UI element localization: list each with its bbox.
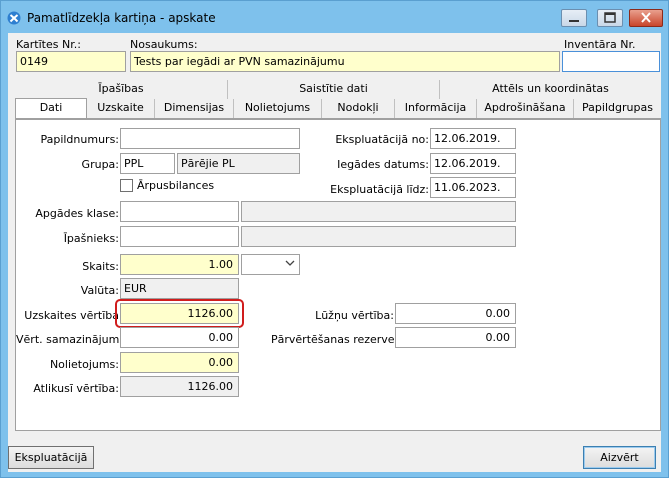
minimize-icon	[569, 20, 579, 22]
name-label: Nosaukums:	[130, 38, 198, 51]
title-bar: Pamatlīdzekļa kartiņa - apskate	[1, 1, 668, 33]
ekspluatacija-button[interactable]: Ekspluatācijā	[8, 446, 94, 469]
inventory-label: Inventāra Nr.	[564, 38, 636, 51]
name-field[interactable]: Tests par iegādi ar PVN samazinājumu	[130, 51, 560, 72]
uzskaites-vertiba-label: Uzskaites vērtība	[24, 309, 119, 322]
ekspl-no-field[interactable]: 12.06.2019.	[430, 128, 516, 149]
skaits-label: Skaits:	[82, 260, 119, 273]
tab-row-upper: Īpašības Saistītie dati Attēls un koordi…	[15, 80, 661, 99]
atlikusi-vertiba-label: Atlikusī vērtība:	[33, 382, 119, 395]
tab-panel-dati: Papildnumurs: Grupa: PPL Pārējie PL Ārpu…	[15, 119, 661, 431]
ipasnieks-field[interactable]	[120, 226, 239, 247]
valuta-field: EUR	[120, 278, 239, 299]
card-no-field[interactable]: 0149	[16, 51, 126, 72]
iegades-datums-field[interactable]: 12.06.2019.	[430, 153, 516, 174]
papildnumurs-field[interactable]	[120, 128, 300, 149]
nolietojums-label: Nolietojums:	[49, 358, 119, 371]
tab-uzskaite[interactable]: Uzskaite	[87, 99, 155, 118]
ekspl-no-label: Ekspluatācijā no:	[335, 133, 429, 146]
skaits-unit-dropdown[interactable]	[241, 254, 300, 275]
app-window: Pamatlīdzekļa kartiņa - apskate Kartītes…	[0, 0, 669, 478]
parvertesanas-rezerve-label: Pārvērtēšanas rezerve:	[271, 333, 399, 346]
tab-apdrosinasana[interactable]: Apdrošināšana	[477, 99, 574, 118]
apgades-klase-label: Apgādes klase:	[35, 207, 119, 220]
close-icon	[641, 12, 651, 23]
tab-dati[interactable]: Dati	[15, 98, 87, 119]
apgades-klase-field[interactable]	[120, 201, 239, 222]
nolietojums-field[interactable]: 0.00	[120, 352, 239, 373]
card-no-label: Kartītes Nr.:	[16, 38, 81, 51]
tab-nodokli[interactable]: Nodokļi	[322, 99, 395, 118]
apgades-klase-name	[241, 201, 516, 222]
grupa-code-field[interactable]: PPL	[120, 153, 175, 174]
tab-dimensijas[interactable]: Dimensijas	[155, 99, 234, 118]
grupa-label: Grupa:	[81, 158, 119, 171]
ekspl-lidz-field[interactable]: 11.06.2023.	[430, 177, 516, 198]
luznu-vertiba-field[interactable]: 0.00	[395, 303, 516, 324]
highlight-annotation	[115, 299, 244, 328]
arpusbilances-checkbox[interactable]	[120, 179, 133, 192]
luznu-vertiba-label: Lūžņu vērtība:	[315, 309, 394, 322]
tab-informacija[interactable]: Informācija	[395, 99, 477, 118]
tab-attels-koordinatas[interactable]: Attēls un koordinātas	[440, 80, 661, 99]
window-client: Kartītes Nr.: 0149 Nosaukums: Tests par …	[8, 33, 661, 472]
skaits-field[interactable]: 1.00	[120, 254, 239, 275]
app-logo-icon	[7, 11, 21, 25]
tab-row-lower: Dati Uzskaite Dimensijas Nolietojums Nod…	[15, 98, 661, 119]
parvertesanas-rezerve-field[interactable]: 0.00	[395, 327, 516, 348]
ipasnieks-name	[241, 226, 516, 247]
grupa-name-field: Pārējie PL	[177, 153, 300, 174]
inventory-field[interactable]	[562, 51, 660, 72]
maximize-icon	[604, 12, 616, 23]
papildnumurs-label: Papildnumurs:	[40, 133, 119, 146]
ipasnieks-label: Īpašnieks:	[63, 232, 119, 245]
chevron-down-icon	[285, 260, 295, 266]
tab-ipasibas[interactable]: Īpašības	[15, 80, 228, 99]
atlikusi-vertiba-field: 1126.00	[120, 376, 239, 397]
valuta-label: Valūta:	[80, 284, 119, 297]
tab-nolietojums[interactable]: Nolietojums	[234, 99, 322, 118]
tab-papildgrupas[interactable]: Papildgrupas	[574, 99, 661, 118]
window-title: Pamatlīdzekļa kartiņa - apskate	[27, 11, 216, 25]
minimize-button[interactable]	[561, 9, 587, 27]
tab-saistitie-dati[interactable]: Saistītie dati	[228, 80, 440, 99]
vert-samazinajums-label: Vērt. samazinājums:	[16, 333, 129, 346]
iegades-datums-label: Iegādes datums:	[337, 158, 429, 171]
ekspl-lidz-label: Ekspluatācijā līdz:	[330, 183, 429, 196]
maximize-button[interactable]	[597, 9, 623, 27]
close-window-button[interactable]	[629, 9, 663, 27]
aizvert-button[interactable]: Aizvērt	[583, 446, 656, 469]
arpusbilances-label: Ārpusbilances	[137, 179, 215, 192]
vert-samazinajums-field[interactable]: 0.00	[120, 327, 239, 348]
